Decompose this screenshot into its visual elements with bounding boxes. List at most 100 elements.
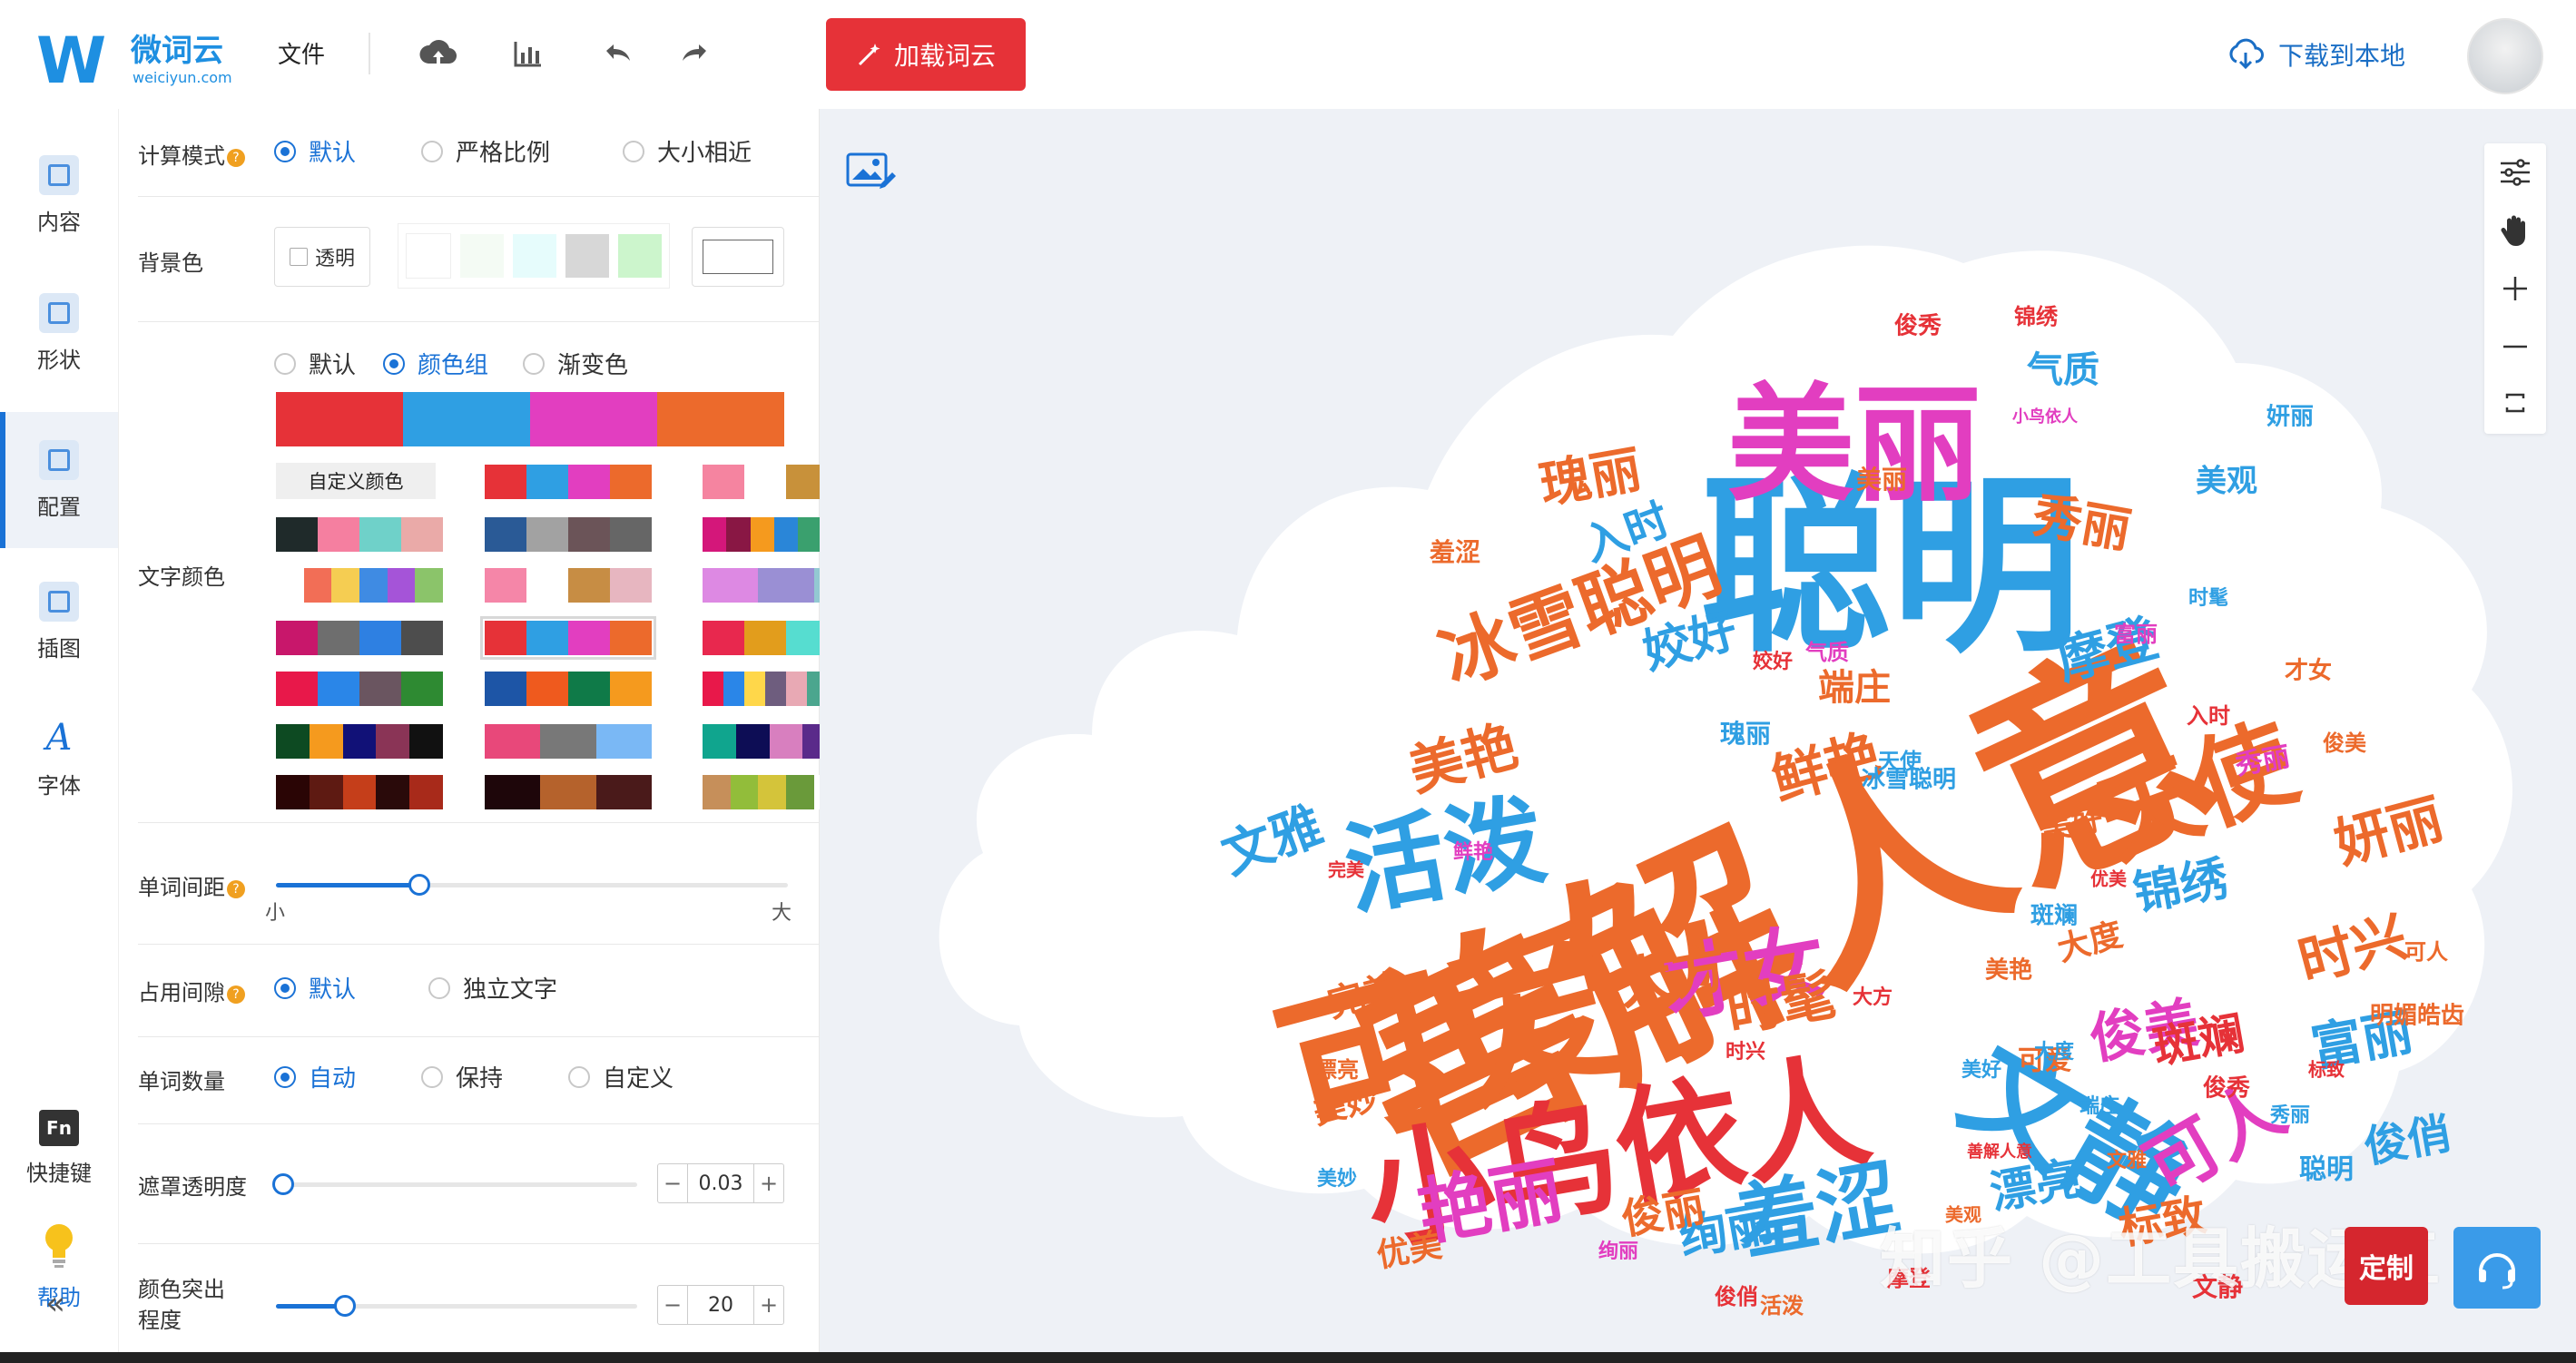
file-menu[interactable]: 文件 [278,36,325,70]
bg-swatch[interactable] [565,234,609,278]
headset-icon[interactable] [2453,1227,2541,1309]
bg-swatch[interactable] [406,233,451,279]
slider-handle[interactable] [333,1295,356,1317]
text-color-gradient[interactable]: 渐变色 [523,347,628,380]
word-61[interactable]: 漂亮 [1315,1057,1359,1083]
wordcloud-canvas[interactable]: 善解人意 聪明 可爱 美丽 小鸟依人 文静 活泼 天使 冰雪聪明 才女 羞涩 艳丽 可人 时髦 鲜艳 美艳 锦绣… [820,109,2576,1363]
custom-badge[interactable]: 定制 [2345,1227,2428,1305]
decrement-button[interactable]: − [658,1164,688,1202]
nav-item-shape[interactable]: 形状 [0,265,118,401]
chart-icon[interactable] [505,31,550,76]
word-55[interactable]: 小鸟依人 [2012,407,2079,427]
color-palette-option[interactable] [276,517,443,552]
word-69[interactable]: 大度 [2034,1040,2075,1064]
word-80[interactable]: 俊美 [2323,731,2366,756]
word-81[interactable]: 时髦 [2188,586,2228,610]
word-46[interactable]: 妍丽 [2266,404,2314,431]
color-palette-option[interactable] [485,724,652,759]
word-83[interactable]: 美好 [1961,1058,2001,1082]
word-85[interactable]: 秀丽 [2269,1104,2310,1127]
word-count-keep[interactable]: 保持 [421,1060,503,1093]
background-color-picker[interactable] [692,227,784,287]
color-palette-option[interactable] [485,465,652,499]
load-wordcloud-button[interactable]: 加载词云 [826,18,1026,91]
help-icon[interactable]: ? [227,985,245,1004]
color-palette-option[interactable] [485,775,652,809]
word-51[interactable]: 聪明 [2299,1154,2354,1186]
word-48[interactable]: 俊秀 [1894,312,1942,340]
word-74[interactable]: 姣好 [1752,650,1793,673]
word-59[interactable]: 天使 [1878,749,1922,774]
nav-item-config[interactable]: 配置 [0,412,118,548]
zoom-out-icon[interactable] [2497,328,2533,365]
nav-item-font[interactable]: A 字体 [0,690,118,826]
help-icon[interactable]: ? [227,149,245,167]
word-49[interactable]: 气质 [1804,640,1849,665]
increment-button[interactable]: + [753,1164,783,1202]
transparent-checkbox[interactable]: 透明 [274,227,370,287]
color-palette-option[interactable] [276,672,443,706]
text-color-group[interactable]: 颜色组 [383,347,488,380]
zoom-in-icon[interactable] [2497,270,2533,307]
image-icon[interactable] [845,149,898,194]
word-73[interactable]: 美妙 [1317,1167,1357,1191]
nav-item-shortcuts[interactable]: Fn 快捷键 [0,1080,118,1216]
color-palette-option[interactable] [276,724,443,759]
undo-icon[interactable] [594,31,639,76]
word-52[interactable]: 羞涩 [1429,537,1480,567]
word-spacing-slider[interactable] [276,871,788,898]
mask-opacity-value[interactable]: 0.03 [688,1172,753,1195]
decrement-button[interactable]: − [658,1286,688,1324]
word-67[interactable]: 活泼 [1760,1293,1804,1319]
word-56[interactable]: 时兴 [1726,1041,1765,1064]
word-47[interactable]: 锦绣 [2014,304,2059,329]
color-highlight-slider[interactable] [276,1292,637,1319]
color-palette-option[interactable] [276,621,443,655]
color-palette-option[interactable] [276,775,443,809]
word-63[interactable]: 优美 [2090,868,2128,890]
color-palette-option[interactable] [480,616,656,660]
word-65[interactable]: 可人 [2404,939,2448,965]
logo[interactable]: W 微词云 weiciyun.com [36,18,232,98]
occupy-default[interactable]: 默认 [274,971,356,1005]
color-palette-option[interactable] [485,517,652,552]
slider-handle[interactable] [272,1173,294,1195]
bg-swatch[interactable] [618,234,662,278]
word-53[interactable]: 俊秀 [2203,1074,2250,1103]
word-76[interactable]: 俊俏 [1715,1284,1758,1309]
word-60[interactable]: 鲜艳 [1453,840,1493,864]
nav-item-content[interactable]: 内容 [0,127,118,263]
word-71[interactable]: 标致 [2308,1059,2345,1081]
word-64[interactable]: 文雅 [2107,1149,2147,1172]
text-color-default[interactable]: 默认 [274,347,356,380]
bg-swatch[interactable] [460,234,504,278]
word-37[interactable]: 端庄 [1818,667,1891,709]
word-84[interactable]: 才女 [2285,657,2332,685]
color-palette-option[interactable] [485,568,652,603]
increment-button[interactable]: + [753,1286,783,1324]
word-72[interactable]: 完美 [1328,859,1365,881]
occupy-independent[interactable]: 独立文字 [428,971,557,1005]
background-swatches[interactable] [398,223,670,289]
word-62[interactable]: 入时 [2187,703,2230,729]
color-palette-option[interactable] [276,568,444,603]
calc-mode-strict[interactable]: 严格比例 [421,134,550,168]
word-79[interactable]: 富丽 [2114,622,2158,647]
adjust-sliders-icon[interactable] [2497,154,2533,191]
word-58[interactable]: 善解人意 [1967,1142,2032,1162]
word-43[interactable]: 明媚皓齿 [2370,1003,2464,1030]
calc-mode-default[interactable]: 默认 [274,134,356,168]
word-41[interactable]: 美观 [2196,464,2257,500]
hand-icon[interactable] [2497,212,2533,249]
fit-screen-icon[interactable] [2497,385,2533,421]
slider-handle[interactable] [408,874,430,896]
custom-color-button[interactable]: 自定义颜色 [276,463,436,499]
word-44[interactable]: 美丽 [1856,465,1907,495]
word-75[interactable]: 绚丽 [1598,1240,1638,1263]
calc-mode-similar[interactable]: 大小相近 [623,134,752,168]
word-66[interactable]: 斑斓 [2030,903,2078,930]
color-highlight-value[interactable]: 20 [688,1294,753,1317]
color-palette-option[interactable] [485,672,652,706]
word-70[interactable]: 端庄 [2079,1094,2119,1118]
word-count-custom[interactable]: 自定义 [568,1060,673,1093]
